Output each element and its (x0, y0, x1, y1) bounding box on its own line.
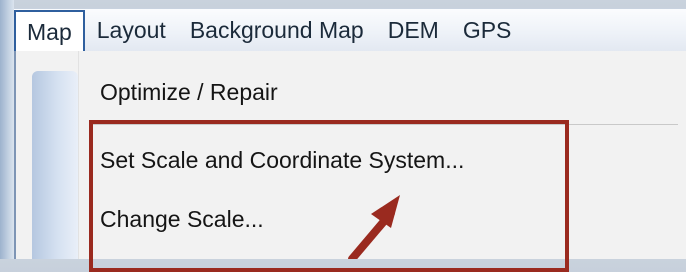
menu-dem[interactable]: DEM (376, 9, 451, 52)
menu-layout[interactable]: Layout (85, 9, 178, 52)
highlight-box (89, 120, 569, 272)
menu-option-optimize-repair[interactable]: Optimize / Repair (100, 79, 278, 106)
menu-background-map[interactable]: Background Map (178, 9, 376, 52)
window-edge (0, 0, 14, 259)
menu-bar: Map Layout Background Map DEM GPS (14, 8, 686, 53)
menu-icon-gutter (32, 71, 78, 259)
menu-gps[interactable]: GPS (451, 9, 524, 52)
menu-map[interactable]: Map (14, 10, 85, 53)
gutter-divider (78, 51, 79, 259)
app-window: Map Layout Background Map DEM GPS Optimi… (0, 0, 686, 272)
